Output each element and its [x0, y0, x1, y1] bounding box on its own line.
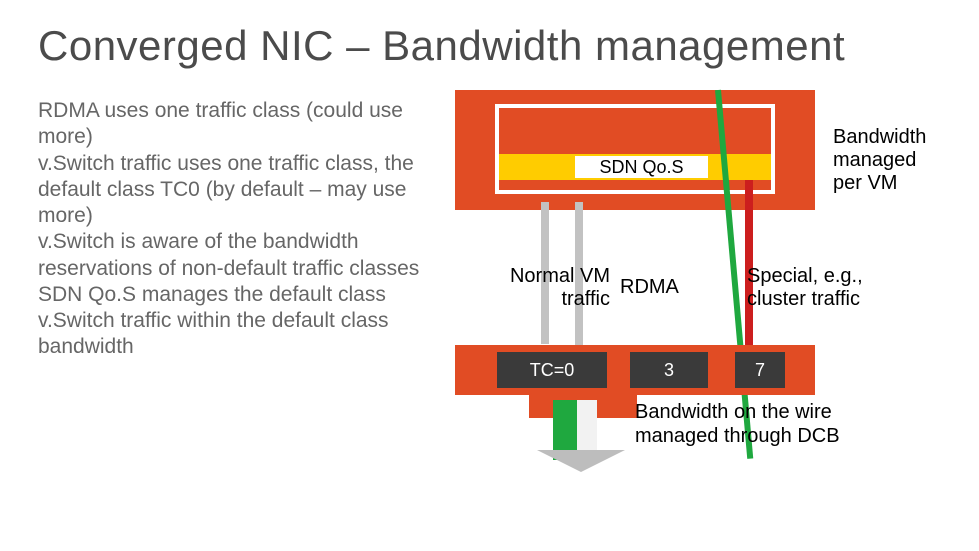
- slide-title: Converged NIC – Bandwidth management: [38, 22, 941, 70]
- label-rdma: RDMA: [620, 276, 679, 299]
- body-p3: v.Switch is aware of the bandwidth reser…: [38, 229, 448, 282]
- vswitch-inner-frame: [495, 104, 775, 194]
- label-special-l1: Special, e.g.,: [747, 265, 863, 288]
- label-bw-l3: per VM: [833, 172, 926, 195]
- label-normal-vm: Normal VM traffic: [465, 265, 610, 311]
- tc7-box: 7: [735, 352, 785, 388]
- label-special-l2: cluster traffic: [747, 288, 863, 311]
- label-dcb-l1: Bandwidth on the wire: [635, 400, 840, 424]
- label-bw-l2: managed: [833, 149, 926, 172]
- label-normal-l2: traffic: [465, 288, 610, 311]
- body-text: RDMA uses one traffic class (could use m…: [38, 98, 448, 361]
- label-dcb: Bandwidth on the wire managed through DC…: [635, 400, 840, 448]
- body-p4: SDN Qo.S manages the default class v.Swi…: [38, 282, 448, 361]
- body-p2: v.Switch traffic uses one traffic class,…: [38, 151, 448, 230]
- sdn-qos-label: SDN Qo.S: [575, 156, 708, 178]
- label-bandwidth-per-vm: Bandwidth managed per VM: [833, 126, 926, 195]
- funnel-down-arrow-icon: [537, 450, 625, 472]
- body-p1: RDMA uses one traffic class (could use m…: [38, 98, 448, 151]
- label-dcb-l2: managed through DCB: [635, 424, 840, 448]
- label-special: Special, e.g., cluster traffic: [747, 265, 863, 311]
- label-bw-l1: Bandwidth: [833, 126, 926, 149]
- label-normal-l1: Normal VM: [465, 265, 610, 288]
- tc3-box: 3: [630, 352, 708, 388]
- diagram: SDN Qo.S Bandwidth managed per VM Normal…: [455, 90, 965, 530]
- tc0-box: TC=0: [497, 352, 607, 388]
